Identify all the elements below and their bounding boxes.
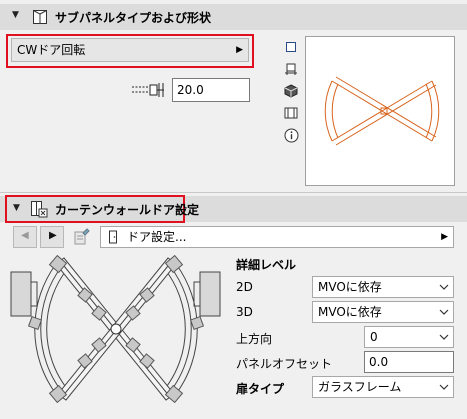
detail-level-heading: 詳細レベル: [236, 258, 297, 272]
shape-preview: [305, 36, 455, 186]
door-settings-icon: [31, 201, 48, 218]
info-icon[interactable]: [282, 126, 300, 144]
select-value: MVOに依存: [318, 280, 382, 294]
triangle-left-icon: ◀: [21, 230, 29, 241]
2d-detail-select[interactable]: MVOに依存: [312, 276, 454, 298]
chevron-right-icon: ▶: [441, 232, 448, 242]
row-label-2d: 2D: [236, 280, 253, 294]
3d-detail-select[interactable]: MVOに依存: [312, 301, 454, 323]
view-floorplan-icon[interactable]: [282, 60, 300, 78]
section-title: カーテンウォールドア設定: [55, 203, 200, 217]
door-preview-drawing: [324, 76, 440, 146]
page-select-dropdown[interactable]: ドア設定... ▶: [100, 226, 454, 248]
panel-offset-input[interactable]: 0.0: [364, 351, 454, 373]
subpanel-type-dropdown[interactable]: CWドア回転 ▶: [11, 38, 249, 62]
width-dimension-icon: [132, 83, 164, 97]
row-label-3d: 3D: [236, 305, 253, 319]
divider: [0, 192, 467, 193]
collapse-arrow-icon[interactable]: ▼: [12, 10, 19, 20]
up-direction-select[interactable]: 0: [364, 326, 454, 348]
page-list-icon[interactable]: [73, 228, 91, 246]
door-page-icon: [109, 230, 117, 244]
select-value: ガラスフレーム: [318, 380, 402, 394]
section-title: サブパネルタイプおよび形状: [55, 11, 212, 25]
chevron-down-icon: [439, 309, 449, 315]
door-type-select[interactable]: ガラスフレーム: [312, 376, 454, 398]
dropdown-value: ドア設定...: [127, 230, 187, 244]
prev-page-button[interactable]: ◀: [13, 226, 37, 248]
chevron-down-icon: [439, 284, 449, 290]
row-label-panel-offset: パネルオフセット: [236, 357, 333, 371]
view-3d-icon[interactable]: [282, 82, 300, 100]
next-page-button[interactable]: ▶: [40, 226, 64, 248]
row-label-up-direction: 上方向: [236, 332, 273, 346]
subpanel-icon: [33, 10, 47, 24]
row-label-door-type: 扉タイプ: [236, 382, 285, 396]
width-input[interactable]: 20.0: [172, 78, 250, 102]
chevron-down-icon: [439, 384, 449, 390]
triangle-right-icon: ▶: [49, 230, 57, 241]
chevron-down-icon: [439, 334, 449, 340]
section-header-subpanel[interactable]: ▼ サブパネルタイプおよび形状: [0, 4, 467, 30]
select-value: 0: [370, 330, 378, 344]
chevron-right-icon: ▶: [236, 45, 243, 55]
select-value: MVOに依存: [318, 305, 382, 319]
collapse-arrow-icon[interactable]: ▼: [13, 203, 20, 213]
view-section-icon[interactable]: [282, 104, 300, 122]
view-2d-icon[interactable]: [282, 38, 300, 56]
dropdown-value: CWドア回転: [17, 43, 86, 57]
door-plan-drawing: [10, 252, 222, 412]
